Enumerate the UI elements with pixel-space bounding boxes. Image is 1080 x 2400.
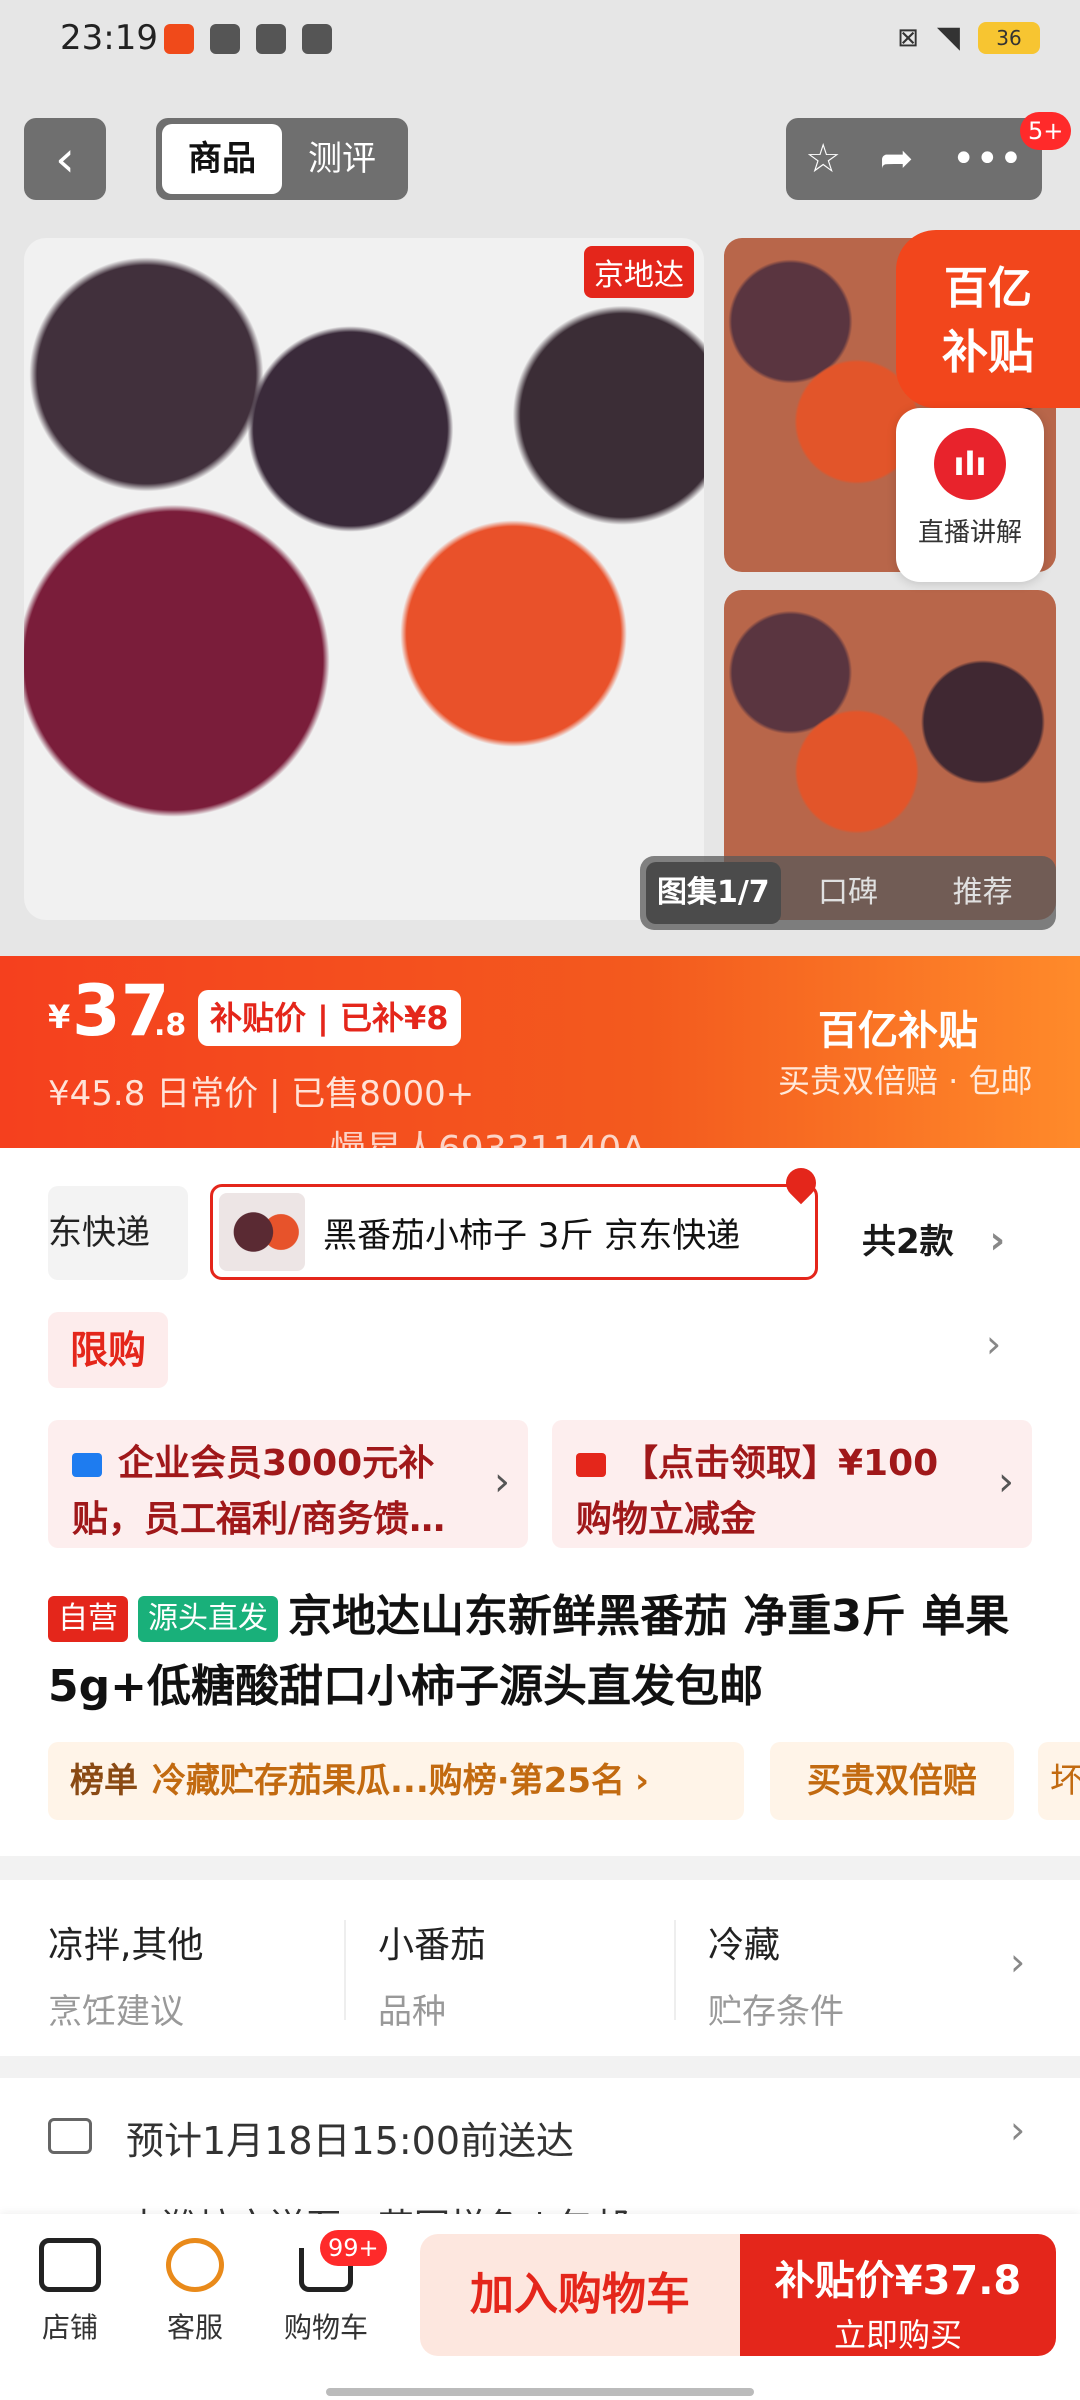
battery-icon: 36: [978, 21, 1040, 54]
bottom-action-bar: 店铺 客服 购物车 99+ 加入购物车 补贴价¥37.8 立即购买: [0, 2214, 1080, 2400]
coupon-cash[interactable]: 【点击领取】¥100购物立减金 ›: [552, 1420, 1032, 1548]
status-right: ⊠ ◥ 36: [897, 20, 1040, 55]
attribute-key: 品种: [378, 1992, 446, 2032]
album-tab-reviews[interactable]: 口碑: [781, 862, 916, 924]
top-nav: ‹ 商品 测评 ☆ ➦ •••: [0, 90, 1080, 230]
watermark: 慢星人69331140A: [330, 1129, 646, 1170]
message-badge: 5+: [1020, 112, 1072, 150]
tab-review[interactable]: 测评: [282, 124, 402, 194]
album-tabs: 图集1/7 口碑 推荐: [640, 856, 1056, 930]
subsidy-price-tag: 补贴价 | 已补¥8: [198, 990, 461, 1046]
status-bar: 23:19 ⊠ ◥ 36: [0, 0, 1080, 90]
variant-option[interactable]: 东快递: [48, 1186, 188, 1280]
product-title: 自营 源头直发 京地达山东新鲜黑番茄 净重3斤 单果5g+低糖酸甜口小柿子源头直发包…: [48, 1582, 1038, 1722]
attribute-key: 烹饪建议: [48, 1992, 184, 2032]
card-icon: [576, 1453, 606, 1477]
variant-count-link[interactable]: 共2款 ›: [862, 1214, 1005, 1263]
truck-icon: [48, 2118, 92, 2154]
coupon-text: 企业会员3000元补贴，员工福利/商务馈…: [72, 1443, 446, 1540]
more-icon[interactable]: •••: [952, 136, 1023, 182]
coupon-enterprise[interactable]: 企业会员3000元补贴，员工福利/商务馈… ›: [48, 1420, 528, 1548]
original-price: ¥45.8 日常价 | 已售8000+: [48, 1074, 475, 1114]
self-operated-tag: 自营: [48, 1596, 128, 1642]
back-button[interactable]: ‹: [24, 118, 106, 200]
attribute-value: 冷藏: [708, 1925, 781, 1966]
brand-tag: 京地达: [584, 246, 694, 298]
subsidy-badge-line1: 百亿: [944, 263, 1032, 314]
attribute-key: 贮存条件: [708, 1992, 844, 2032]
chevron-right-icon: ›: [998, 1459, 1014, 1505]
action-group: ☆ ➦ •••: [786, 118, 1042, 200]
chevron-right-icon: ›: [1010, 1940, 1026, 1984]
tab-switcher: 商品 测评: [156, 118, 408, 200]
live-explain-button[interactable]: ılı 直播讲解: [896, 408, 1044, 582]
attribute-value: 小番茄: [378, 1925, 487, 1966]
store-label: 店铺: [41, 2311, 98, 2344]
store-button[interactable]: 店铺: [10, 2238, 130, 2346]
customer-service-icon: [166, 2238, 224, 2292]
variant-option-selected[interactable]: 黑番茄小柿子 3斤 京东快递: [210, 1184, 818, 1280]
subsidy-guarantee: 买贵双倍赔 · 包邮: [778, 1062, 1033, 1100]
close-icon: ⊠: [897, 22, 919, 53]
buy-label: 立即购买: [833, 2316, 962, 2354]
attribute-cooking: 凉拌,其他 烹饪建议: [48, 1916, 348, 2033]
home-indicator[interactable]: [326, 2388, 754, 2396]
service-tag-partial[interactable]: 坏: [1038, 1742, 1080, 1820]
enterprise-icon: [72, 1453, 102, 1477]
buy-now-button[interactable]: 补贴价¥37.8 立即购买: [740, 2234, 1056, 2356]
ranking-link[interactable]: 榜单 冷藏贮存茄果瓜...购榜·第25名 ›: [48, 1742, 744, 1820]
price-decimal: .8: [154, 1008, 187, 1043]
wifi-icon: ◥: [936, 20, 960, 55]
coupon-text: 【点击领取】¥100购物立减金: [576, 1443, 939, 1540]
product-gallery: 京地达 百亿 补贴 ılı 直播讲解 图集1/7 口碑 推荐: [0, 230, 1080, 956]
variant-count: 共2款: [862, 1222, 954, 1262]
live-label: 直播讲解: [917, 518, 1022, 548]
cart-label: 购物车: [283, 2311, 368, 2344]
live-icon: ılı: [934, 428, 1006, 500]
status-time: 23:19: [60, 18, 158, 58]
album-tab-gallery[interactable]: 图集1/7: [646, 862, 781, 924]
divider: [674, 1920, 676, 2020]
subsidy-logo[interactable]: 百亿补贴: [818, 998, 978, 1056]
main-product-image[interactable]: 京地达: [24, 238, 704, 920]
variant-label: 黑番茄小柿子 3斤 京东快递: [323, 1215, 741, 1256]
chevron-right-icon: ›: [1010, 2108, 1026, 2152]
price-guarantee-tag[interactable]: 买贵双倍赔: [770, 1742, 1014, 1820]
limit-badge: 限购: [48, 1312, 168, 1388]
customer-service-label: 客服: [166, 2311, 223, 2344]
customer-service-button[interactable]: 客服: [135, 2238, 255, 2346]
notification-video-icon: [256, 24, 286, 54]
buy-price: 补贴价¥37.8: [774, 2258, 1022, 2304]
attribute-storage: 冷藏 贮存条件: [708, 1916, 1008, 2033]
currency-symbol: ¥: [48, 998, 71, 1036]
star-icon[interactable]: ☆: [805, 136, 841, 182]
variant-thumbnail: [219, 1193, 305, 1271]
source-direct-tag: 源头直发: [138, 1596, 278, 1642]
divider: [344, 1920, 346, 2020]
notification-app-icon: [164, 24, 194, 54]
chevron-right-icon[interactable]: ›: [986, 1322, 1001, 1366]
attribute-value: 凉拌,其他: [48, 1925, 204, 1966]
cart-badge: 99+: [320, 2230, 387, 2266]
notification-app-icon: [210, 24, 240, 54]
ranking-key: 榜单: [70, 1761, 138, 1801]
delivery-eta: 预计1月18日15:00前送达: [126, 2119, 575, 2163]
attributes-row[interactable]: 凉拌,其他 烹饪建议 小番茄 品种 冷藏 贮存条件 ›: [0, 1880, 1080, 2056]
subsidy-badge-line2: 补贴: [942, 325, 1034, 379]
chevron-right-icon: ›: [989, 1218, 1006, 1262]
add-to-cart-button[interactable]: 加入购物车: [420, 2234, 740, 2356]
tab-product[interactable]: 商品: [162, 124, 282, 194]
share-icon[interactable]: ➦: [880, 136, 914, 182]
store-icon: [39, 2238, 101, 2292]
chevron-right-icon: ›: [494, 1459, 510, 1505]
back-arrow-icon: ‹: [55, 130, 75, 188]
product-info: 东快递 黑番茄小柿子 3斤 京东快递 共2款 › 限购 › 企业会员3000元补…: [0, 1148, 1080, 1856]
chevron-right-icon: ›: [634, 1761, 649, 1801]
album-tab-recommend[interactable]: 推荐: [915, 862, 1050, 924]
attribute-variety: 小番茄 品种: [378, 1916, 678, 2033]
subsidy-badge[interactable]: 百亿 补贴: [896, 230, 1080, 408]
ranking-value: 冷藏贮存茄果瓜...购榜·第25名: [152, 1761, 625, 1801]
notification-app-icon: [302, 24, 332, 54]
